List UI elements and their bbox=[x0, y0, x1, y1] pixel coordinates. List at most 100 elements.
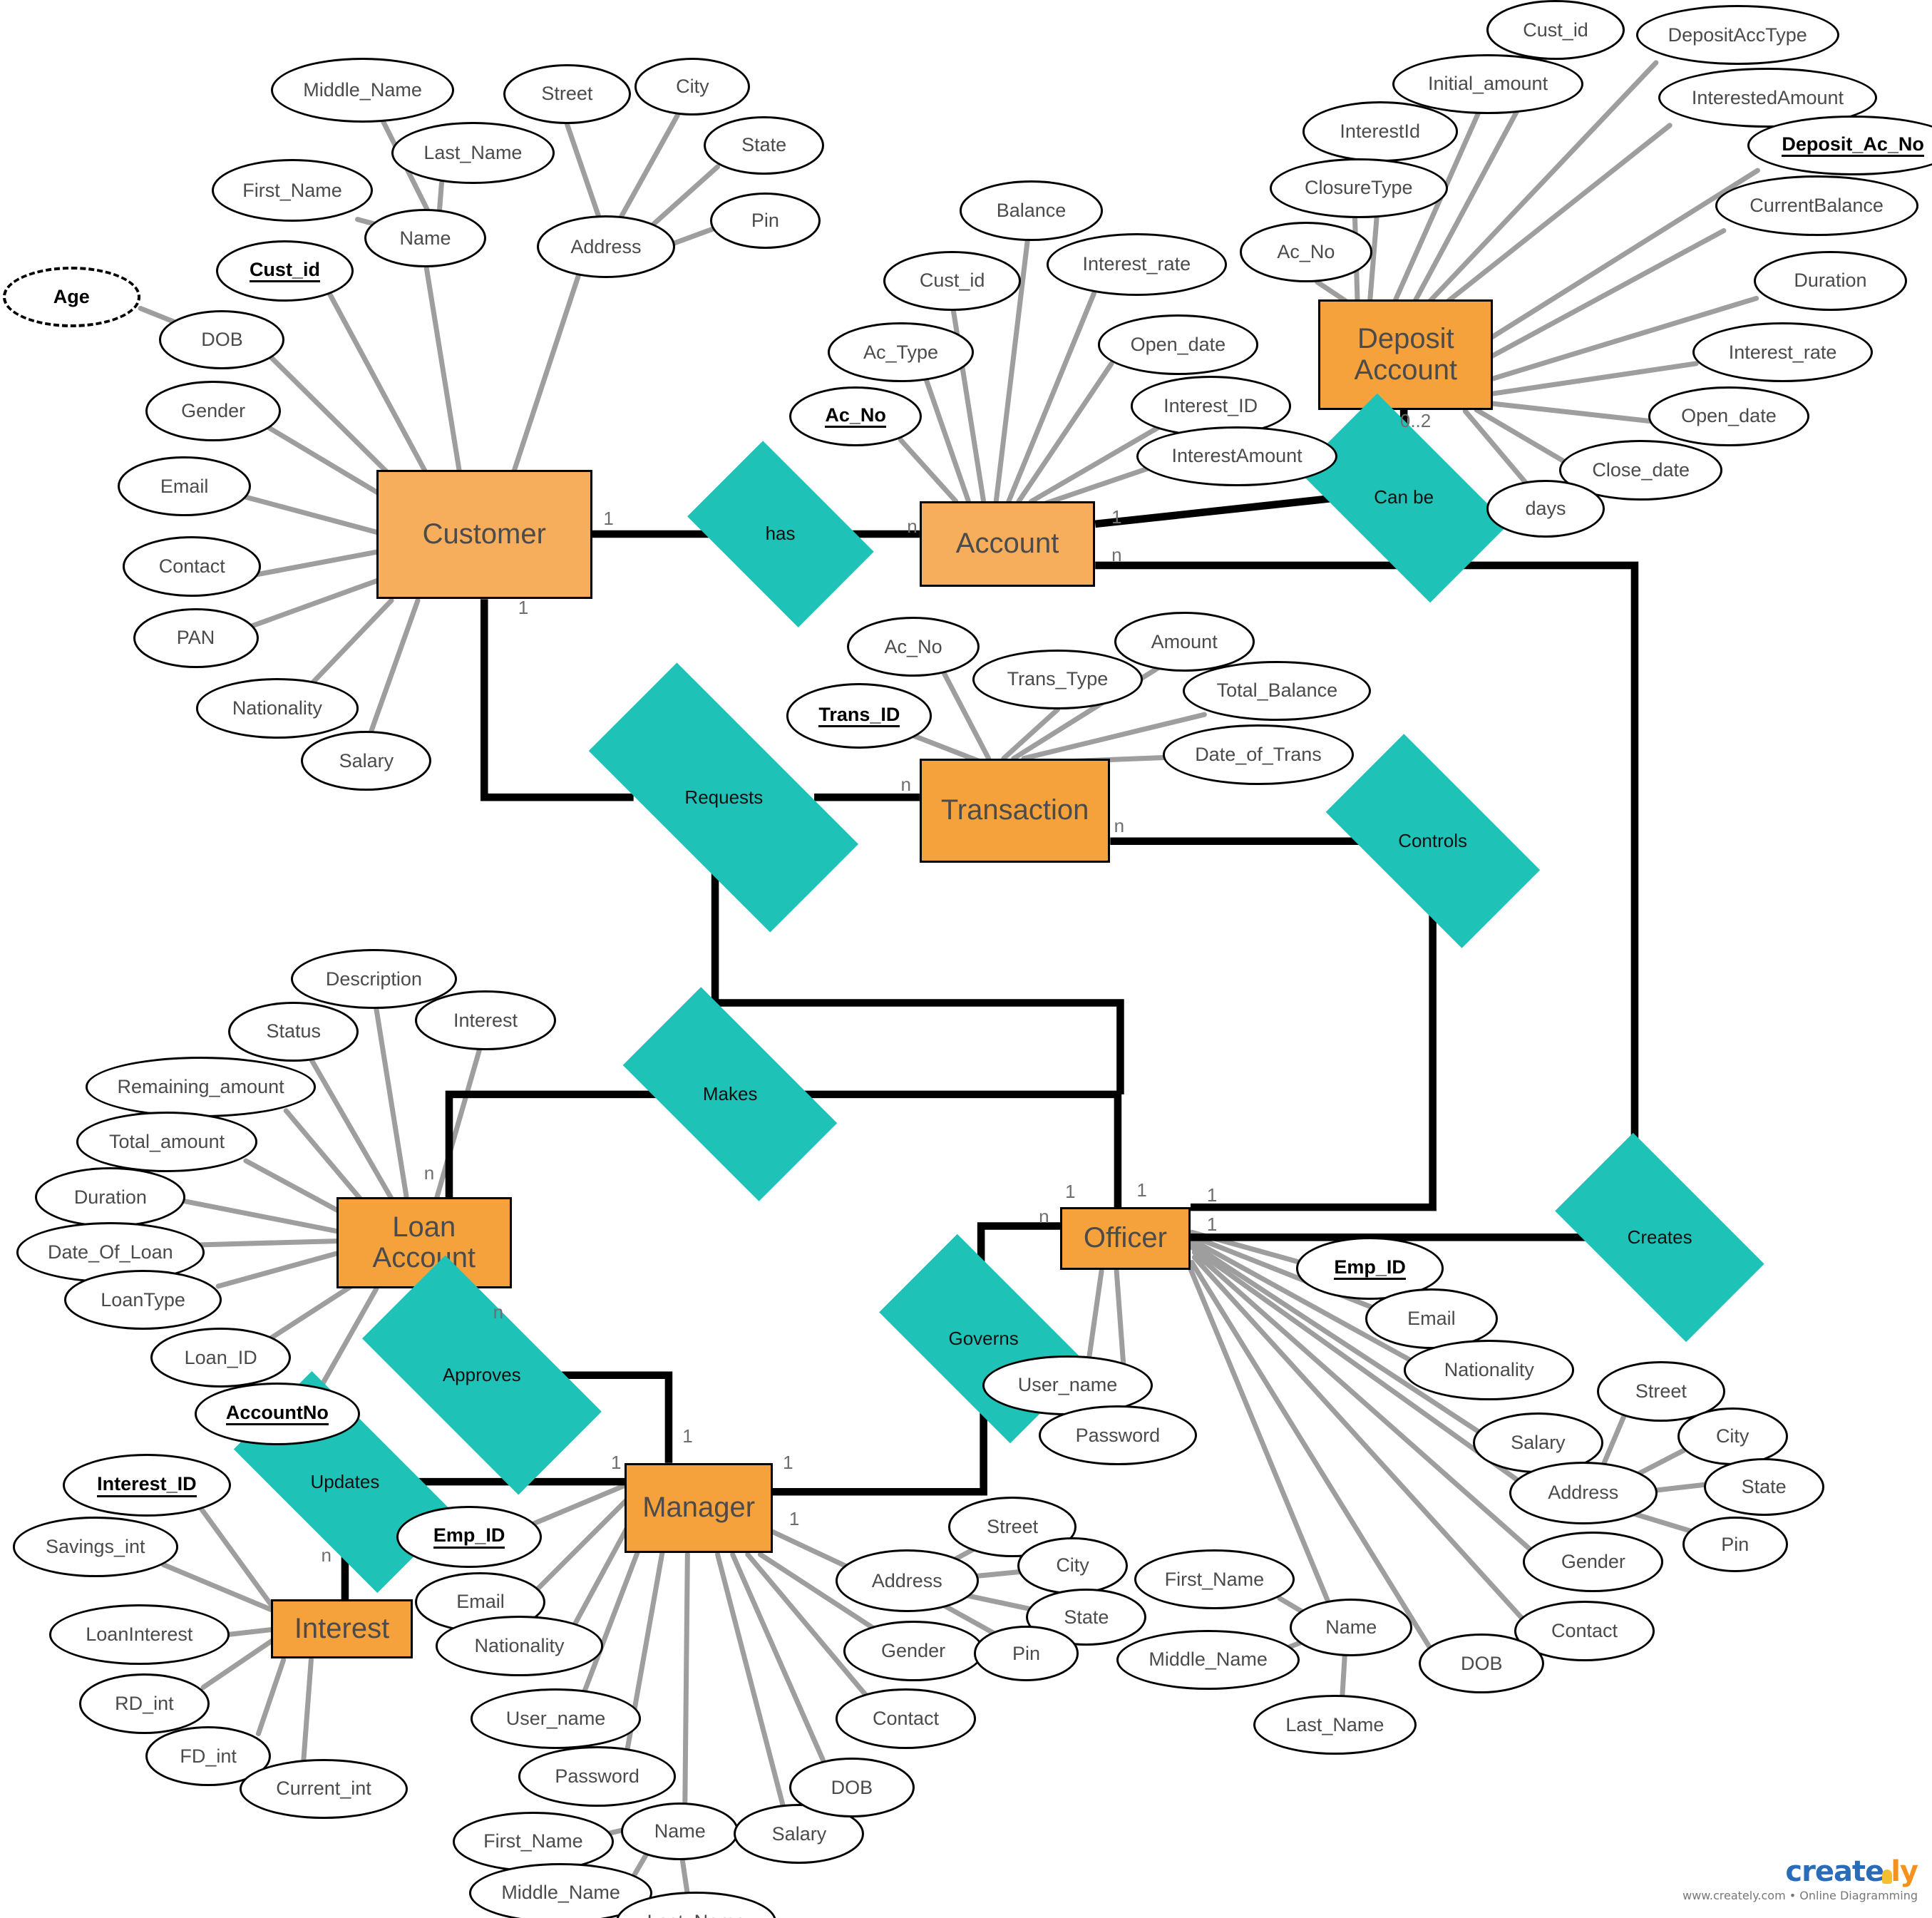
attribute-cust-id[interactable]: Cust_id bbox=[215, 240, 354, 302]
attribute-emp-id[interactable]: Emp_ID bbox=[396, 1505, 543, 1569]
attribute-initial-amount[interactable]: Initial_amount bbox=[1392, 53, 1583, 114]
attribute-interestamount[interactable]: InterestAmount bbox=[1136, 426, 1337, 487]
attribute-city[interactable]: City bbox=[634, 57, 751, 116]
attribute-address[interactable]: Address bbox=[835, 1549, 979, 1612]
attribute-city[interactable]: City bbox=[1017, 1537, 1128, 1595]
entity-manager[interactable]: Manager bbox=[625, 1462, 773, 1554]
attribute-cust-id[interactable]: Cust_id bbox=[883, 250, 1022, 312]
attribute-pin[interactable]: Pin bbox=[973, 1626, 1079, 1681]
attribute-accountno[interactable]: AccountNo bbox=[194, 1383, 361, 1446]
attribute-gender[interactable]: Gender bbox=[843, 1621, 984, 1681]
attribute-ac-no[interactable]: Ac_No bbox=[1239, 222, 1373, 282]
attribute-nationality[interactable]: Nationality bbox=[195, 678, 359, 739]
entity-loan[interactable]: Loan Account bbox=[336, 1197, 512, 1289]
attribute-interest-rate[interactable]: Interest_rate bbox=[1046, 233, 1227, 296]
attribute-trans-type[interactable]: Trans_Type bbox=[972, 649, 1144, 710]
attribute-last-name[interactable]: Last_Name bbox=[391, 121, 555, 185]
attribute-total-balance[interactable]: Total_Balance bbox=[1183, 660, 1372, 721]
attribute-interest[interactable]: Interest bbox=[415, 990, 556, 1051]
attribute-name[interactable]: Name bbox=[621, 1802, 739, 1861]
attribute-password[interactable]: Password bbox=[1039, 1405, 1197, 1466]
attribute-contact[interactable]: Contact bbox=[835, 1688, 977, 1749]
entity-label: Officer bbox=[1083, 1222, 1167, 1254]
attribute-duration[interactable]: Duration bbox=[1754, 250, 1907, 312]
attribute-rd-int[interactable]: RD_int bbox=[78, 1673, 210, 1734]
attribute-ac-type[interactable]: Ac_Type bbox=[828, 322, 974, 383]
attribute-total-amount[interactable]: Total_amount bbox=[76, 1112, 257, 1172]
entity-customer[interactable]: Customer bbox=[376, 470, 592, 600]
attribute-open-date[interactable]: Open_date bbox=[1648, 386, 1809, 446]
entity-account[interactable]: Account bbox=[919, 501, 1096, 587]
attribute-loaninterest[interactable]: LoanInterest bbox=[48, 1604, 230, 1665]
attribute-open-date[interactable]: Open_date bbox=[1097, 314, 1258, 375]
attribute-age[interactable]: Age bbox=[2, 267, 141, 327]
attribute-address[interactable]: Address bbox=[1509, 1462, 1658, 1524]
attribute-middle-name[interactable]: Middle_Name bbox=[271, 57, 455, 123]
attribute-gender[interactable]: Gender bbox=[145, 381, 282, 441]
attribute-name[interactable]: Name bbox=[364, 208, 486, 268]
cardinality-label: 1 bbox=[1111, 506, 1122, 528]
attribute-duration[interactable]: Duration bbox=[35, 1166, 186, 1228]
attribute-middle-name[interactable]: Middle_Name bbox=[1116, 1629, 1300, 1690]
attribute-first-name[interactable]: First_Name bbox=[212, 159, 373, 222]
attribute-salary[interactable]: Salary bbox=[301, 731, 432, 791]
attribute-name[interactable]: Name bbox=[1290, 1598, 1413, 1656]
attribute-loan-id[interactable]: Loan_ID bbox=[150, 1327, 292, 1388]
attribute-label: Interest_rate bbox=[1728, 341, 1837, 363]
attribute-contact[interactable]: Contact bbox=[123, 536, 262, 597]
attribute-pin[interactable]: Pin bbox=[1682, 1517, 1788, 1572]
attribute-state[interactable]: State bbox=[1703, 1457, 1824, 1516]
attribute-days[interactable]: days bbox=[1486, 480, 1605, 538]
attribute-loantype[interactable]: LoanType bbox=[63, 1270, 222, 1330]
attribute-remaining-amount[interactable]: Remaining_amount bbox=[85, 1057, 317, 1117]
attribute-label: PAN bbox=[176, 627, 215, 649]
attribute-amount[interactable]: Amount bbox=[1114, 611, 1255, 672]
attribute-password[interactable]: Password bbox=[518, 1746, 677, 1807]
attribute-date-of-trans[interactable]: Date_of_Trans bbox=[1163, 724, 1354, 785]
attribute-status[interactable]: Status bbox=[228, 1001, 359, 1062]
attribute-pin[interactable]: Pin bbox=[710, 192, 821, 249]
relationship-makes[interactable]: Makes bbox=[595, 987, 865, 1202]
attribute-label: Interest_ID bbox=[1163, 395, 1258, 417]
attribute-dob[interactable]: DOB bbox=[788, 1757, 915, 1818]
entity-deposit[interactable]: Deposit Account bbox=[1318, 299, 1494, 410]
attribute-current-int[interactable]: Current_int bbox=[240, 1758, 408, 1820]
attribute-label: Trans_Type bbox=[1007, 668, 1109, 690]
attribute-balance[interactable]: Balance bbox=[960, 180, 1103, 241]
watermark-tagline: www.creately.com • Online Diagramming bbox=[1682, 1889, 1918, 1902]
attribute-first-name[interactable]: First_Name bbox=[453, 1811, 614, 1872]
relationship-controls[interactable]: Controls bbox=[1298, 734, 1568, 948]
attribute-dob[interactable]: DOB bbox=[159, 310, 285, 369]
attribute-currentbalance[interactable]: CurrentBalance bbox=[1715, 175, 1918, 236]
attribute-cust-id[interactable]: Cust_id bbox=[1486, 0, 1625, 61]
relationship-has[interactable]: has bbox=[670, 441, 891, 627]
attribute-depositacctype[interactable]: DepositAccType bbox=[1635, 5, 1839, 66]
attribute-trans-id[interactable]: Trans_ID bbox=[786, 683, 932, 749]
attribute-email[interactable]: Email bbox=[118, 456, 251, 517]
attribute-ac-no[interactable]: Ac_No bbox=[846, 617, 980, 677]
attribute-interest-rate[interactable]: Interest_rate bbox=[1692, 322, 1874, 383]
attribute-address[interactable]: Address bbox=[537, 215, 675, 279]
entity-interest[interactable]: Interest bbox=[271, 1599, 413, 1659]
attribute-label: DOB bbox=[831, 1776, 873, 1798]
attribute-user-name[interactable]: User_name bbox=[470, 1688, 642, 1749]
attribute-nationality[interactable]: Nationality bbox=[435, 1616, 604, 1676]
attribute-closuretype[interactable]: ClosureType bbox=[1269, 158, 1448, 218]
attribute-street[interactable]: Street bbox=[503, 63, 632, 125]
attribute-interest-id[interactable]: Interest_ID bbox=[62, 1454, 231, 1517]
attribute-city[interactable]: City bbox=[1677, 1407, 1788, 1466]
attribute-pan[interactable]: PAN bbox=[133, 607, 259, 669]
relationship-creates[interactable]: Creates bbox=[1529, 1132, 1790, 1342]
attribute-state[interactable]: State bbox=[704, 116, 825, 175]
attribute-first-name[interactable]: First_Name bbox=[1134, 1549, 1295, 1610]
attribute-savings-int[interactable]: Savings_int bbox=[12, 1517, 178, 1577]
attribute-label: Ac_Type bbox=[863, 341, 939, 363]
attribute-interestid[interactable]: InterestId bbox=[1302, 101, 1458, 162]
attribute-dob[interactable]: DOB bbox=[1419, 1633, 1545, 1694]
attribute-gender[interactable]: Gender bbox=[1523, 1532, 1664, 1592]
entity-transaction[interactable]: Transaction bbox=[919, 758, 1111, 863]
attribute-nationality[interactable]: Nationality bbox=[1404, 1340, 1575, 1400]
attribute-label: Contact bbox=[158, 555, 225, 578]
attribute-ac-no[interactable]: Ac_No bbox=[788, 386, 923, 446]
attribute-last-name[interactable]: Last_Name bbox=[1253, 1695, 1417, 1755]
